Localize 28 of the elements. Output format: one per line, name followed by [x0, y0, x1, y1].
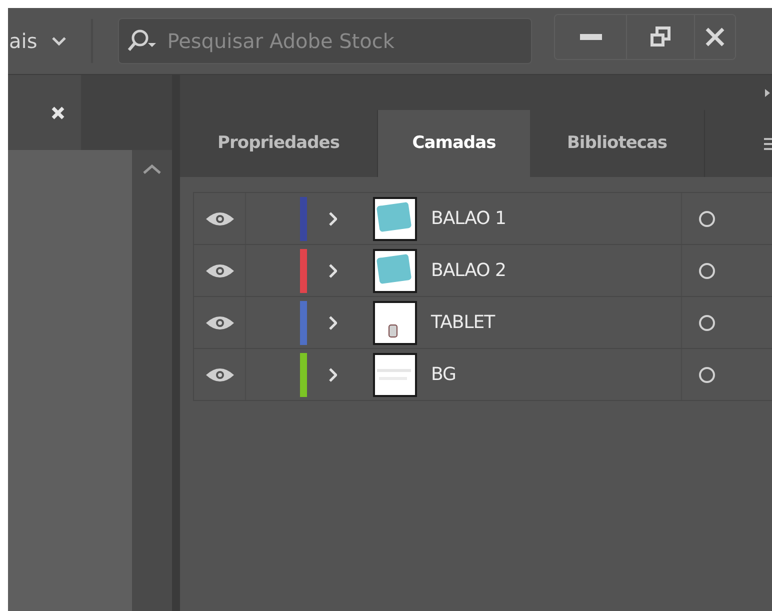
- expand-arrow-icon[interactable]: [765, 88, 770, 96]
- menu-icon: [764, 136, 772, 150]
- close-icon: [705, 27, 726, 47]
- target-circle-icon[interactable]: [698, 210, 716, 228]
- chevron-right-icon[interactable]: [329, 368, 337, 382]
- minimize-icon: [580, 34, 602, 40]
- target-circle-icon[interactable]: [698, 366, 716, 384]
- eye-icon[interactable]: [204, 210, 234, 226]
- eye-icon[interactable]: [204, 262, 234, 278]
- restore-icon: [650, 26, 672, 48]
- scroll-up-icon[interactable]: [142, 164, 162, 174]
- target-circle-icon[interactable]: [698, 314, 716, 332]
- chevron-down-icon[interactable]: [51, 36, 68, 46]
- close-icon: [50, 106, 64, 120]
- chevron-right-icon[interactable]: [329, 316, 337, 330]
- layer-name[interactable]: BALAO 2: [431, 257, 681, 284]
- search-field[interactable]: Pesquisar Adobe Stock: [118, 18, 532, 64]
- target-circle-icon[interactable]: [698, 262, 716, 280]
- layer-name[interactable]: BALAO 1: [431, 205, 681, 232]
- layer-name[interactable]: TABLET: [431, 309, 681, 336]
- chevron-right-icon[interactable]: [329, 264, 337, 278]
- scrollbar[interactable]: [132, 150, 172, 611]
- eye-icon[interactable]: [204, 314, 234, 330]
- workspace-label[interactable]: ais: [9, 26, 38, 56]
- layer-name[interactable]: BG: [431, 361, 681, 388]
- eye-icon[interactable]: [204, 366, 234, 382]
- chevron-right-icon[interactable]: [329, 212, 337, 226]
- panel-tab[interactable]: Camadas: [378, 110, 530, 177]
